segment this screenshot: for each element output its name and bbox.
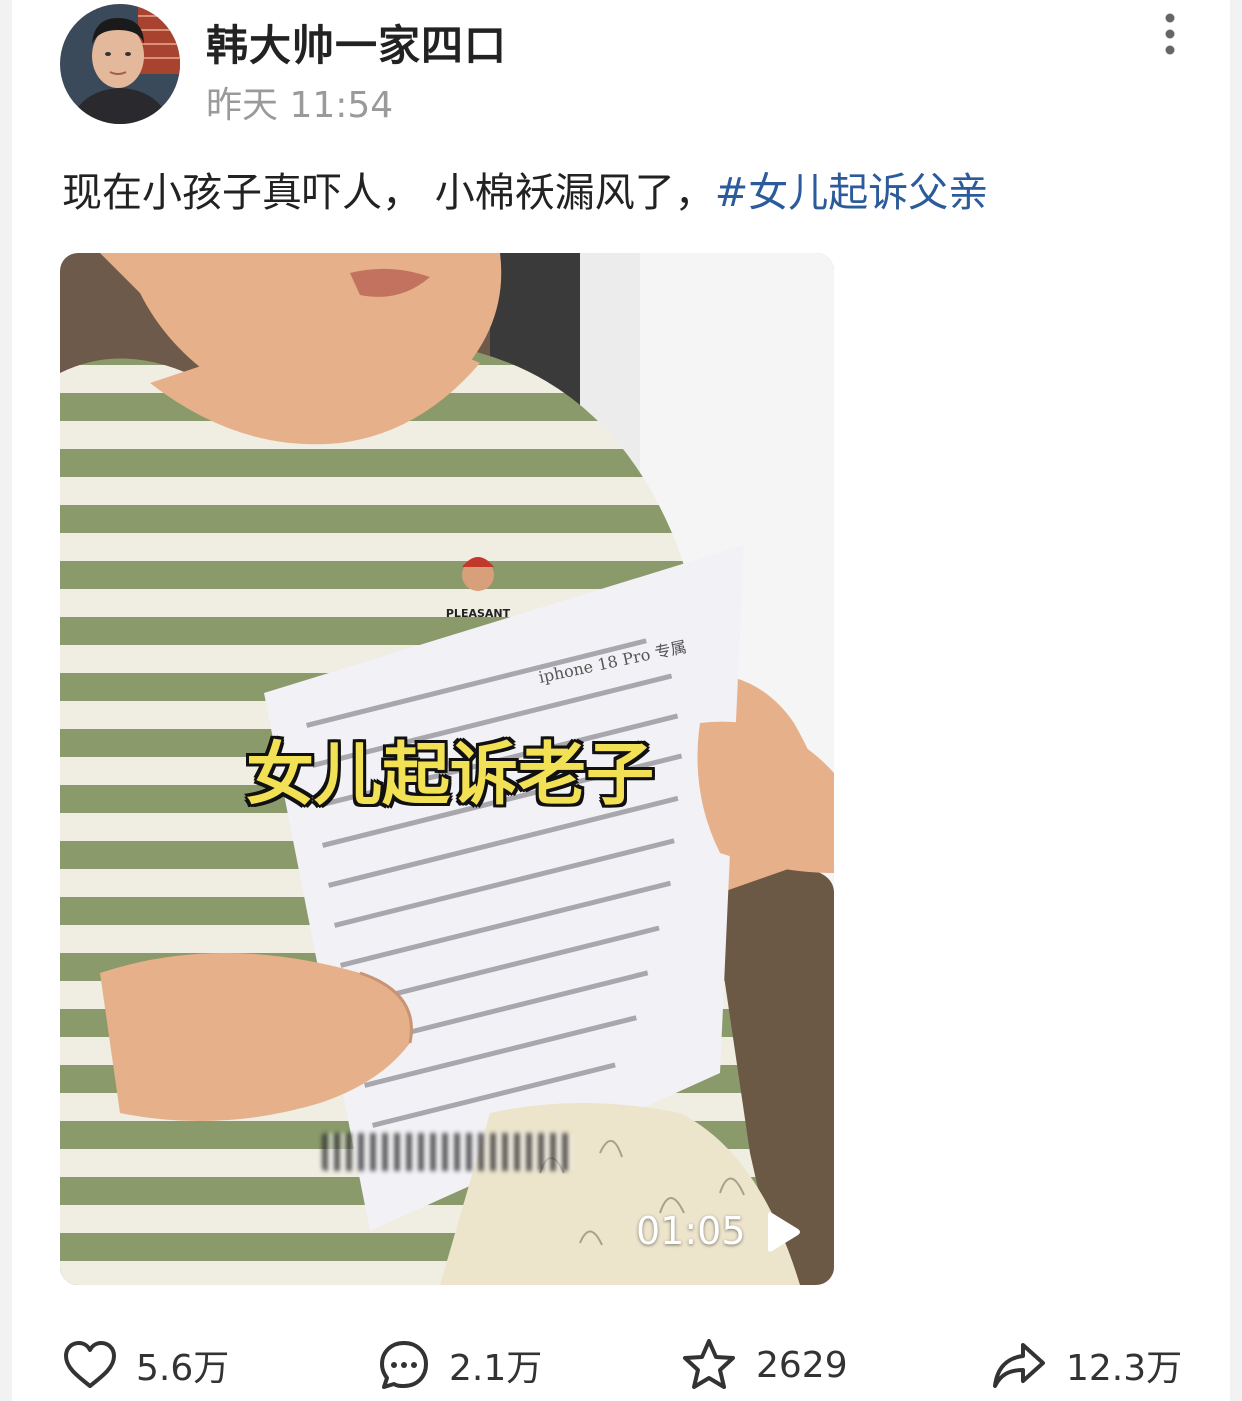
comment-count: 2.1万 [449, 1348, 543, 1389]
favorite-button[interactable]: 2629 [680, 1330, 848, 1400]
post-body: 现在小孩子真吓人， 小棉袄漏风了， [62, 170, 715, 216]
post-text: 现在小孩子真吓人， 小棉袄漏风了，#女儿起诉父亲 [62, 160, 988, 218]
heart-icon [64, 1341, 116, 1388]
share-count: 12.3万 [1066, 1348, 1183, 1389]
star-icon [683, 1339, 735, 1389]
like-count: 5.6万 [136, 1348, 230, 1389]
share-icon [993, 1343, 1045, 1388]
share-button[interactable]: 12.3万 [990, 1330, 1182, 1400]
left-frame [0, 0, 12, 1401]
favorite-count: 2629 [756, 1344, 848, 1386]
video-caption: 女儿起诉老子 [246, 736, 655, 815]
avatar[interactable] [60, 4, 180, 124]
post-time: 昨天 11:54 [206, 85, 394, 126]
video-duration: 01:05 [636, 1209, 746, 1253]
video-player[interactable]: PLEASANT iphone 18 Pro 专属 女儿起诉老子 01:05 [60, 253, 834, 1285]
play-icon[interactable] [762, 1211, 802, 1253]
comment-button[interactable]: 2.1万 [377, 1330, 542, 1400]
right-frame [1230, 0, 1242, 1401]
author-name[interactable]: 韩大帅一家四口 [206, 12, 507, 73]
like-button[interactable]: 5.6万 [62, 1330, 229, 1400]
shirt-logo-text: PLEASANT [446, 607, 511, 620]
hashtag-link[interactable]: #女儿起诉父亲 [715, 170, 989, 216]
more-options-icon[interactable] [1152, 12, 1192, 58]
comment-icon [380, 1341, 428, 1389]
blurred-subtitle [322, 1133, 572, 1171]
action-bar: 5.6万 2.1万 2629 12.3万 [0, 1330, 1242, 1400]
